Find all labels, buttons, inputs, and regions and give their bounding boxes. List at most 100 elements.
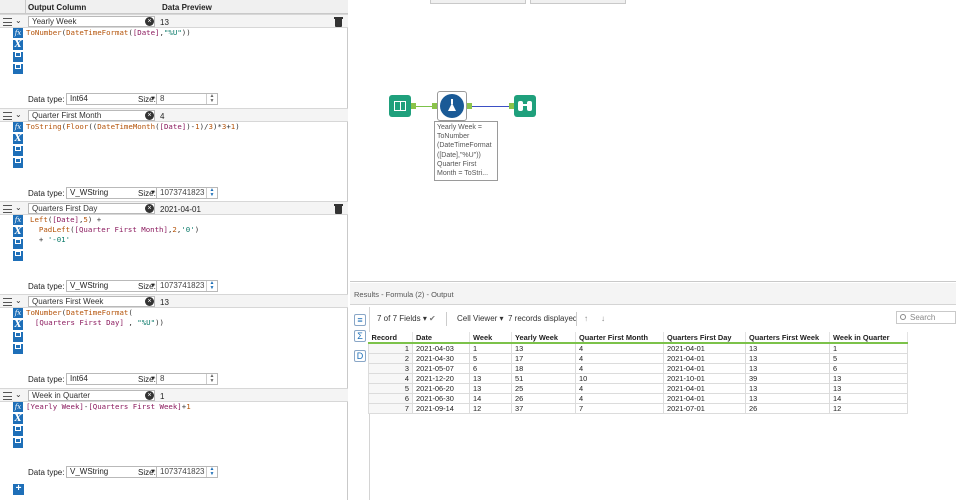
quarter-first-month-cell[interactable]: 4 [575,342,664,354]
expression-editor[interactable]: ToNumber(DateTimeFormat( [Quarters First… [26,308,344,328]
quarter-first-month-cell[interactable]: 4 [575,393,664,404]
week-cell[interactable]: 1 [469,342,512,354]
cell-viewer-selector[interactable]: Cell Viewer ▾ [457,314,504,323]
table-row[interactable]: 2 2021-04-30 5 17 4 2021-04-01 13 5 [368,353,908,364]
row-menu-icon[interactable] [3,298,12,306]
function-fx-icon[interactable]: fx [13,28,23,38]
quarters-first-week-cell[interactable]: 26 [745,403,830,414]
output-column-input[interactable]: Quarters First Day [28,203,155,214]
search-input[interactable]: Search [896,311,956,324]
column-header[interactable]: Record [368,332,413,344]
collapse-chevron-icon[interactable]: ⌄ [15,16,22,25]
row-menu-icon[interactable] [3,392,12,400]
quarters-first-day-cell[interactable]: 2021-10-01 [663,373,746,384]
output-column-input[interactable]: Quarter First Month [28,110,155,121]
expression-editor[interactable]: ToNumber(DateTimeFormat([Date],"%U")) [26,28,344,38]
quarters-first-week-cell[interactable]: 39 [745,373,830,384]
week-cell[interactable]: 14 [469,393,512,404]
delete-trash-icon[interactable] [334,16,343,27]
browse-tool[interactable] [514,95,536,117]
quarter-first-month-cell[interactable]: 10 [575,373,664,384]
size-spinner[interactable]: ▲ ▼ [206,94,217,104]
quarters-first-day-cell[interactable]: 2021-04-01 [663,353,746,364]
save-expression-icon[interactable] [13,344,23,354]
canvas-tab[interactable] [530,0,626,4]
save-expression-icon[interactable] [13,64,23,74]
week-in-quarter-cell[interactable]: 14 [829,393,908,404]
yearly-week-cell[interactable]: 25 [511,383,576,394]
save-expression-icon[interactable] [13,251,23,261]
yearly-week-cell[interactable]: 17 [511,353,576,364]
date-cell[interactable]: 2021-06-20 [412,383,470,394]
canvas-tab[interactable] [430,0,526,4]
save-expression-icon[interactable] [13,158,23,168]
size-input[interactable]: 1073741823 ▲ ▼ [156,187,218,199]
yearly-week-cell[interactable]: 26 [511,393,576,404]
quarters-first-week-cell[interactable]: 13 [745,353,830,364]
input-data-tool[interactable] [389,95,411,117]
column-header[interactable]: Date [412,332,470,344]
week-in-quarter-cell[interactable]: 6 [829,363,908,374]
table-row[interactable]: 4 2021-12-20 13 51 10 2021-10-01 39 13 [368,373,908,384]
quarters-first-day-cell[interactable]: 2021-04-01 [663,363,746,374]
yearly-week-cell[interactable]: 18 [511,363,576,374]
row-menu-icon[interactable] [3,205,12,213]
add-formula-button[interactable]: + [13,484,24,495]
week-cell[interactable]: 5 [469,353,512,364]
column-header[interactable]: Quarters First Day [663,332,746,344]
quarters-first-day-cell[interactable]: 2021-04-01 [663,342,746,354]
week-cell[interactable]: 6 [469,363,512,374]
quarter-first-month-cell[interactable]: 4 [575,363,664,374]
saved-expression-icon[interactable] [13,332,23,342]
table-row[interactable]: 6 2021-06-30 14 26 4 2021-04-01 13 14 [368,393,908,404]
column-header[interactable]: Week [469,332,512,344]
function-fx-icon[interactable]: fx [13,122,23,132]
size-spinner[interactable]: ▲ ▼ [206,281,217,291]
quarters-first-day-cell[interactable]: 2021-04-01 [663,393,746,404]
function-fx-icon[interactable]: fx [13,215,23,225]
week-cell[interactable]: 12 [469,403,512,414]
size-input[interactable]: 1073741823 ▲ ▼ [156,466,218,478]
yearly-week-cell[interactable]: 13 [511,342,576,354]
delete-trash-icon[interactable] [334,203,343,214]
variable-x-icon[interactable]: X [13,227,23,237]
size-input[interactable]: 8 ▲ ▼ [156,373,218,385]
collapse-chevron-icon[interactable]: ⌄ [15,110,22,119]
size-spinner[interactable]: ▲ ▼ [206,467,217,477]
size-input[interactable]: 1073741823 ▲ ▼ [156,280,218,292]
collapse-chevron-icon[interactable]: ⌄ [15,296,22,305]
saved-expression-icon[interactable] [13,146,23,156]
date-cell[interactable]: 2021-12-20 [412,373,470,384]
fields-selector[interactable]: 7 of 7 Fields ▾ [377,314,427,323]
function-fx-icon[interactable]: fx [13,308,23,318]
variable-x-icon[interactable]: X [13,414,23,424]
week-in-quarter-cell[interactable]: 12 [829,403,908,414]
size-input[interactable]: 8 ▲ ▼ [156,93,218,105]
size-spinner[interactable]: ▲ ▼ [206,374,217,384]
column-header[interactable]: Yearly Week [511,332,576,344]
checkmark-icon[interactable]: ✔ [429,314,436,323]
variable-x-icon[interactable]: X [13,40,23,50]
expression-editor[interactable]: [Yearly Week]-[Quarters First Week]+1 [26,402,344,412]
output-column-input[interactable]: Week in Quarter [28,390,155,401]
date-cell[interactable]: 2021-05-07 [412,363,470,374]
formula-tool[interactable] [437,91,467,121]
collapse-chevron-icon[interactable]: ⌄ [15,390,22,399]
expression-editor[interactable]: ToString(Floor((DateTimeMonth([Date])-1)… [26,122,344,132]
quarter-first-month-cell[interactable]: 4 [575,383,664,394]
quarter-first-month-cell[interactable]: 4 [575,353,664,364]
collapse-chevron-icon[interactable]: ⌄ [15,203,22,212]
quarters-first-week-cell[interactable]: 13 [745,393,830,404]
column-header[interactable]: Quarters First Week [745,332,830,344]
yearly-week-cell[interactable]: 37 [511,403,576,414]
table-view-icon[interactable]: ≡ [354,314,366,326]
expression-editor[interactable]: Left([Date],5) + PadLeft([Quarter First … [30,215,348,245]
week-cell[interactable]: 13 [469,373,512,384]
variable-x-icon[interactable]: X [13,134,23,144]
date-cell[interactable]: 2021-09-14 [412,403,470,414]
clear-icon[interactable]: × [145,297,154,306]
week-in-quarter-cell[interactable]: 13 [829,383,908,394]
quarters-first-day-cell[interactable]: 2021-04-01 [663,383,746,394]
date-cell[interactable]: 2021-06-30 [412,393,470,404]
row-menu-icon[interactable] [3,112,12,120]
